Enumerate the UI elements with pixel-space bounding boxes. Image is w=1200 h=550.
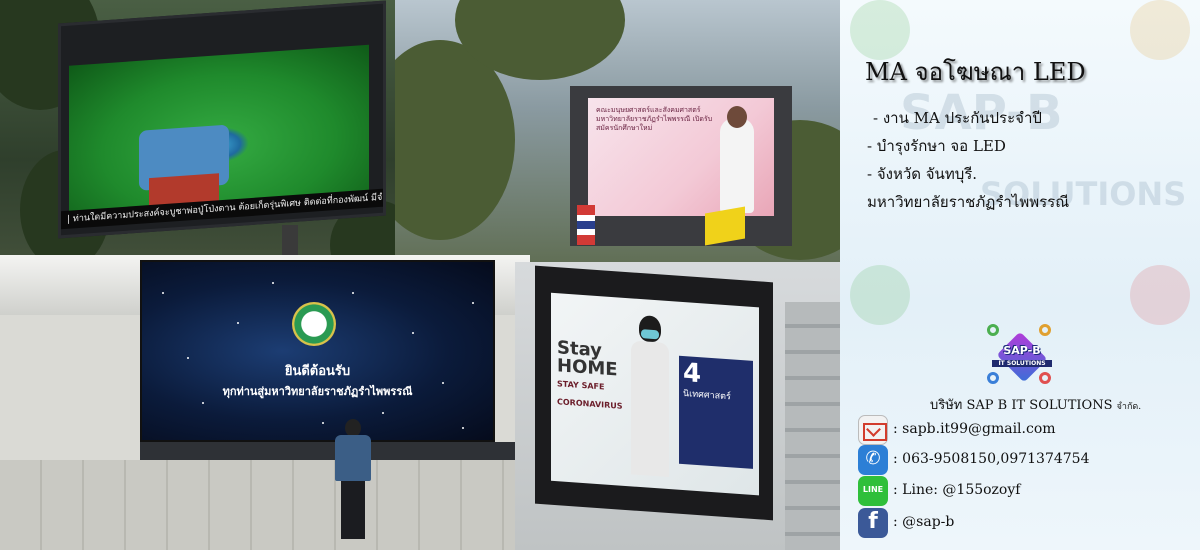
contact-facebook[interactable]: f : @sap-b bbox=[858, 508, 1188, 538]
thai-flag bbox=[577, 205, 595, 245]
contact-line[interactable]: LINE : Line: @155ozoyf bbox=[858, 476, 1188, 506]
email-text[interactable]: : sapb.it99@gmail.com bbox=[893, 421, 1056, 437]
service-item: มหาวิทยาลัยราชภัฏรำไพพรรณี bbox=[867, 193, 1070, 211]
line-icon: LINE bbox=[858, 476, 888, 506]
billboard-frame: คณะมนุษยศาสตร์และสังคมศาสตร์ มหาวิทยาลัย… bbox=[570, 86, 792, 246]
building-screen: Stay HOME STAY SAFE CORONAVIRUS 4 นิเทศศ… bbox=[551, 292, 759, 496]
info-panel: SAP-B SOLUTIONS MA จอโฆษณา LED - งาน MA … bbox=[840, 0, 1200, 550]
photo-outdoor-billboard: | ท่านใดมีความประสงค์จะบูชาพ่อปู่โป่งตาน… bbox=[0, 0, 395, 290]
welcome-subtext: ทุกท่านสู่มหาวิทยาลัยราชภัฏรำไพพรรณี bbox=[222, 385, 413, 398]
photo-collage: | ท่านใดมีความประสงค์จะบูชาพ่อปู่โป่งตาน… bbox=[0, 0, 840, 550]
phone-text[interactable]: : 063-9508150,0971374754 bbox=[893, 451, 1090, 467]
screen-text: คณะมนุษยศาสตร์และสังคมศาสตร์ มหาวิทยาลัย… bbox=[596, 106, 713, 132]
person-standing bbox=[333, 419, 373, 539]
logo-name: SAP-B bbox=[1003, 344, 1041, 357]
photo-building-screen: Stay HOME STAY SAFE CORONAVIRUS 4 นิเทศศ… bbox=[515, 262, 840, 550]
page-title: MA จอโฆษณา LED bbox=[865, 58, 1086, 86]
service-item: - บำรุงรักษา จอ LED bbox=[867, 137, 1006, 155]
faculty-ad: 4 นิเทศศาสตร์ bbox=[679, 355, 753, 469]
phone-icon: ✆ bbox=[858, 445, 888, 475]
service-item: - จังหวัด จันทบุรี. bbox=[867, 165, 978, 183]
led-wall-screen: ยินดีต้อนรับ ทุกท่านสู่มหาวิทยาลัยราชภัฏ… bbox=[140, 260, 495, 442]
company-logo: SAP-B IT SOLUTIONS bbox=[987, 324, 1057, 390]
billboard-screen bbox=[69, 44, 369, 216]
company-name: บริษัท SAP B IT SOLUTIONS จำกัด. bbox=[930, 398, 1142, 413]
billboard-screen: คณะมนุษยศาสตร์และสังคมศาสตร์ มหาวิทยาลัย… bbox=[588, 98, 774, 216]
service-list: - งาน MA ประกันประจำปี - บำรุงรักษา จอ L… bbox=[865, 104, 1195, 216]
university-logo bbox=[292, 302, 336, 346]
building-railing bbox=[785, 302, 840, 550]
facebook-text[interactable]: : @sap-b bbox=[893, 514, 954, 530]
line-text[interactable]: : Line: @155ozoyf bbox=[893, 482, 1020, 498]
facebook-icon: f bbox=[858, 508, 888, 538]
service-item: - งาน MA ประกันประจำปี bbox=[873, 109, 1042, 127]
contact-email[interactable]: : sapb.it99@gmail.com bbox=[858, 415, 1188, 445]
billboard-frame: | ท่านใดมีความประสงค์จะบูชาพ่อปู่โป่งตาน… bbox=[58, 0, 386, 239]
logo-subtitle: IT SOLUTIONS bbox=[992, 360, 1052, 367]
screen-frame: Stay HOME STAY SAFE CORONAVIRUS 4 นิเทศศ… bbox=[535, 265, 773, 521]
masked-person bbox=[627, 314, 673, 478]
welcome-text: ยินดีต้อนรับ bbox=[284, 364, 351, 379]
photo-indoor-led-wall: ยินดีต้อนรับ ทุกท่านสู่มหาวิทยาลัยราชภัฏ… bbox=[0, 255, 530, 550]
stay-home-text: Stay HOME STAY SAFE CORONAVIRUS bbox=[557, 337, 623, 411]
contact-phone[interactable]: ✆ : 063-9508150,0971374754 bbox=[858, 445, 1188, 475]
photo-rooftop-billboard: คณะมนุษยศาสตร์และสังคมศาสตร์ มหาวิทยาลัย… bbox=[395, 0, 840, 270]
gmail-icon bbox=[858, 415, 888, 445]
